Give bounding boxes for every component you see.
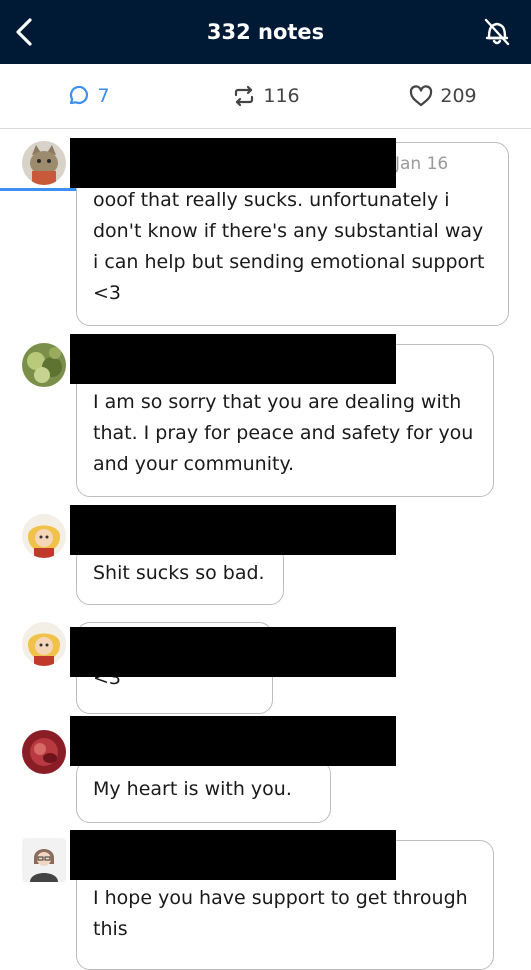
reply-date: Jan 16 — [395, 154, 449, 174]
bell-off-icon — [484, 18, 510, 46]
tab-likes[interactable]: 209 — [354, 64, 531, 128]
mute-notifications-button[interactable] — [479, 14, 515, 50]
avatar[interactable] — [22, 730, 66, 774]
replies-count: 7 — [97, 85, 110, 107]
redacted-username — [70, 716, 396, 766]
redacted-username — [70, 138, 396, 188]
redacted-username — [70, 505, 396, 555]
tab-replies[interactable]: 7 — [0, 64, 177, 128]
avatar[interactable] — [22, 141, 66, 185]
reblog-icon — [235, 85, 254, 107]
notes-tabs: 7 116 209 — [0, 64, 531, 191]
avatar[interactable] — [22, 622, 66, 666]
page-title: 332 notes — [206, 20, 325, 44]
redacted-username — [70, 830, 396, 880]
avatar[interactable] — [22, 514, 66, 558]
speech-bubble-icon — [70, 85, 89, 105]
avatar[interactable] — [22, 343, 66, 387]
redacted-username — [70, 334, 396, 384]
reply-text: My heart is with you. — [93, 778, 292, 800]
reply-text: Shit sucks so bad. — [93, 562, 265, 584]
avatar[interactable] — [22, 838, 66, 882]
reply-text: I am so sorry that you are dealing with … — [93, 391, 474, 475]
reply-text: ooof that really sucks. unfortunately i … — [93, 189, 485, 304]
likes-count: 209 — [440, 85, 477, 107]
tab-reblogs[interactable]: 116 — [177, 64, 354, 128]
heart-icon — [410, 85, 433, 107]
reply-text: I hope you have support to get through t… — [93, 887, 468, 940]
top-bar: 332 notes — [0, 0, 531, 64]
redacted-username — [70, 627, 396, 677]
reply-bubble[interactable]: My heart is with you. — [76, 760, 331, 823]
reblogs-count: 116 — [263, 85, 300, 107]
